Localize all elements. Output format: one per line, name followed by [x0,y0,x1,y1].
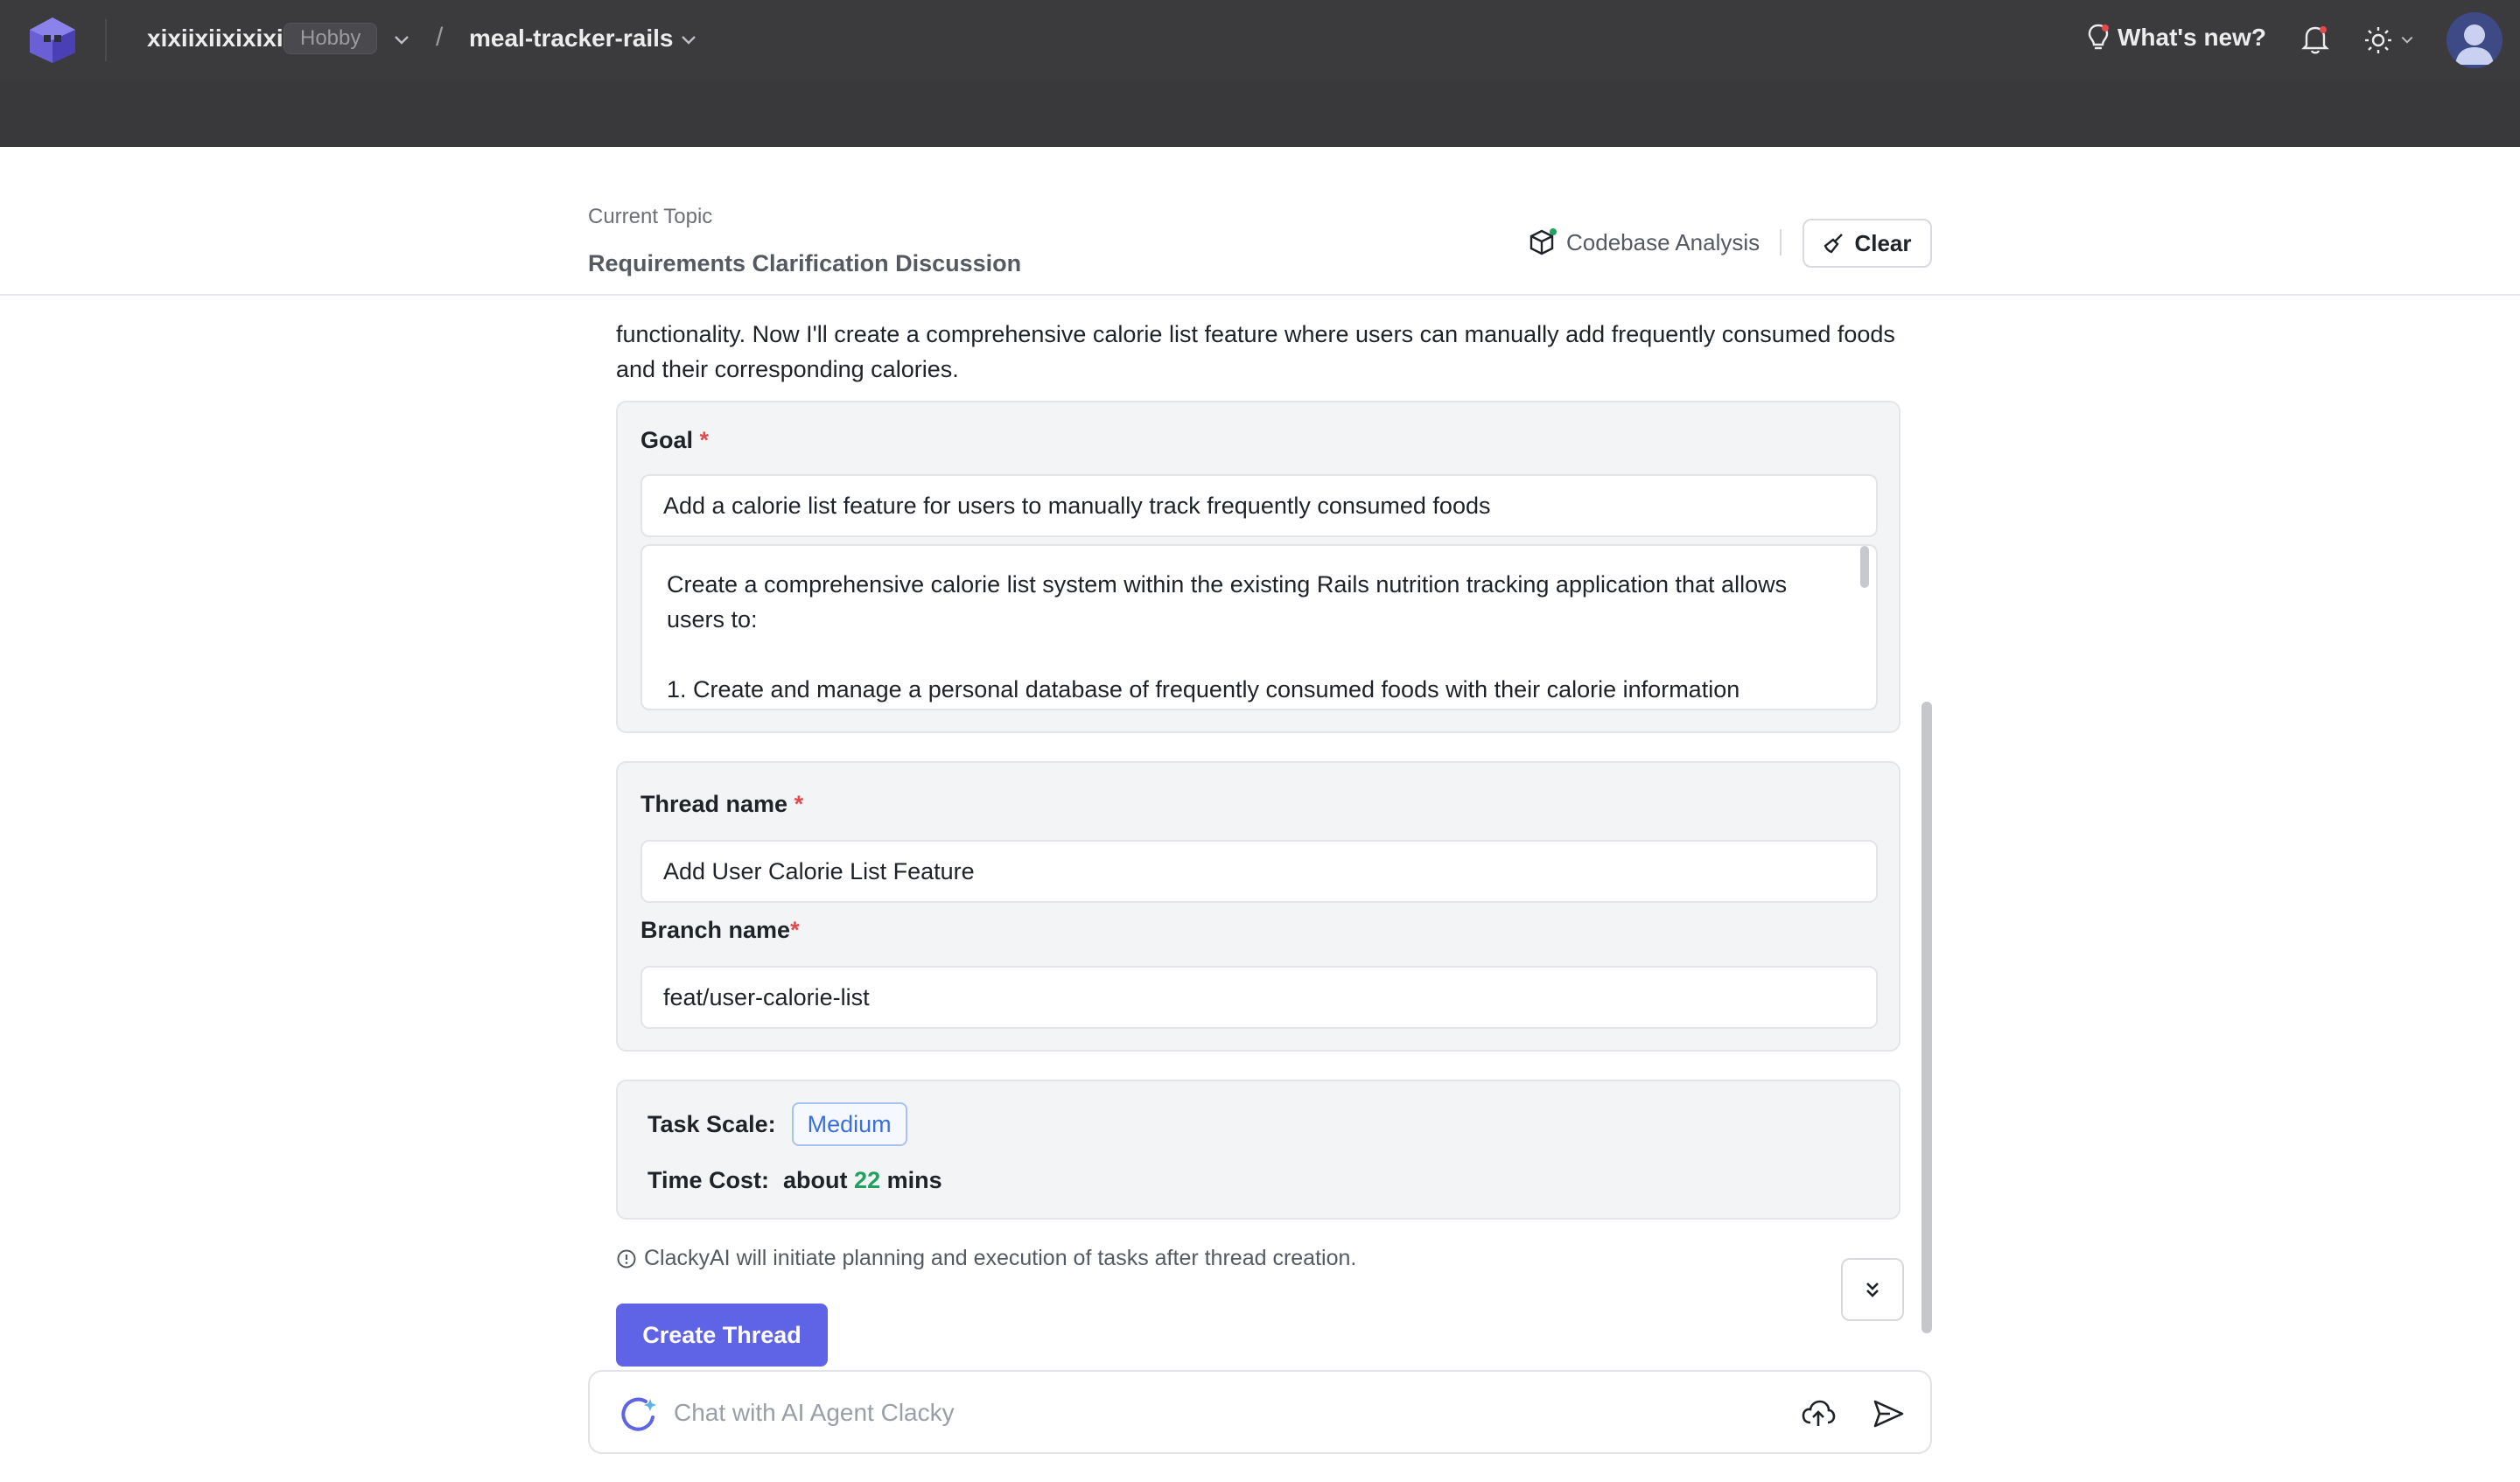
required-mark: * [699,427,710,453]
time-cost-value: about 22 mins [783,1167,942,1193]
current-topic-label: Current Topic [588,205,713,228]
whats-new-button[interactable]: What's new? [2086,23,2266,52]
content-scrollbar[interactable] [1922,702,1932,1333]
header-bottom-border [0,294,2520,296]
branch-name-input[interactable]: feat/user-calorie-list [640,966,1878,1029]
breadcrumb-separator: / [436,23,444,52]
org-chevron-down-icon[interactable] [392,30,411,49]
user-avatar-icon [2455,24,2494,65]
time-cost-label: Time Cost: [648,1167,770,1193]
clear-button[interactable]: Clear [1802,219,1932,268]
top-banner-area [0,80,2520,147]
app-logo-icon[interactable] [26,16,79,65]
notification-bell-icon[interactable] [2300,23,2331,56]
send-icon[interactable] [1871,1396,1906,1431]
lightbulb-icon [2088,24,2109,50]
org-name[interactable]: xixiixiixixixi [147,24,284,52]
time-cost-row: Time Cost: about 22 mins [648,1167,942,1194]
thread-name-input[interactable]: Add User Calorie List Feature [640,840,1878,903]
header-divider [1780,229,1782,255]
create-thread-button[interactable]: Create Thread [616,1304,828,1367]
project-chevron-down-icon[interactable] [679,30,698,49]
task-scale-label: Task Scale: [648,1110,776,1137]
top-navigation-bar: xixiixiixixixi Hobby / meal-tracker-rail… [0,0,2520,80]
codebase-analysis-label: Codebase Analysis [1566,228,1760,255]
theme-chevron-down-icon[interactable] [2399,31,2415,47]
goal-label: Goal * [640,427,710,453]
required-mark: * [790,917,800,943]
time-cost-number: 22 [854,1167,881,1193]
branch-name-label: Branch name* [640,917,800,943]
thread-creation-note: ClackyAI will initiate planning and exec… [616,1246,1356,1271]
scroll-to-bottom-button[interactable] [1841,1258,1904,1321]
clear-label: Clear [1854,229,1912,256]
description-line-1: Create a comprehensive calorie list syst… [667,571,1788,633]
upload-cloud-icon[interactable] [1801,1396,1836,1431]
info-icon [617,1249,636,1268]
thread-name-label: Thread name * [640,791,804,817]
current-topic-title: Requirements Clarification Discussion [588,250,1022,276]
note-text: ClackyAI will initiate planning and exec… [644,1246,1357,1270]
chat-input-bar [588,1370,1932,1454]
goal-input[interactable]: Add a calorie list feature for users to … [640,474,1878,537]
task-scale-badge: Medium [791,1102,907,1146]
user-avatar[interactable] [2446,12,2502,68]
task-scale-row: Task Scale: Medium [648,1102,907,1146]
project-name[interactable]: meal-tracker-rails [469,24,673,52]
broom-icon [1824,234,1844,254]
textarea-scrollbar[interactable] [1860,546,1869,588]
assistant-message-text: functionality. Now I'll create a compreh… [616,321,1895,382]
task-info-card: Task Scale: Medium Time Cost: about 22 m… [616,1080,1900,1220]
cube-icon [1530,228,1557,255]
plan-badge: Hobby [284,23,378,54]
description-line-2: 1. Create and manage a personal database… [667,676,1740,703]
goal-card: Goal * Add a calorie list feature for us… [616,401,1900,733]
codebase-analysis-button[interactable]: Codebase Analysis [1528,227,1760,257]
goal-description-textarea[interactable]: Create a comprehensive calorie list syst… [640,544,1878,710]
whats-new-label: What's new? [2118,24,2266,51]
theme-sun-icon[interactable] [2362,24,2394,56]
required-mark: * [794,791,804,817]
double-chevron-down-icon [1866,1283,1879,1297]
ai-agent-icon [621,1397,656,1431]
chat-input[interactable] [674,1391,1776,1435]
topbar-divider [105,19,107,61]
thread-branch-card: Thread name * Add User Calorie List Feat… [616,761,1900,1052]
